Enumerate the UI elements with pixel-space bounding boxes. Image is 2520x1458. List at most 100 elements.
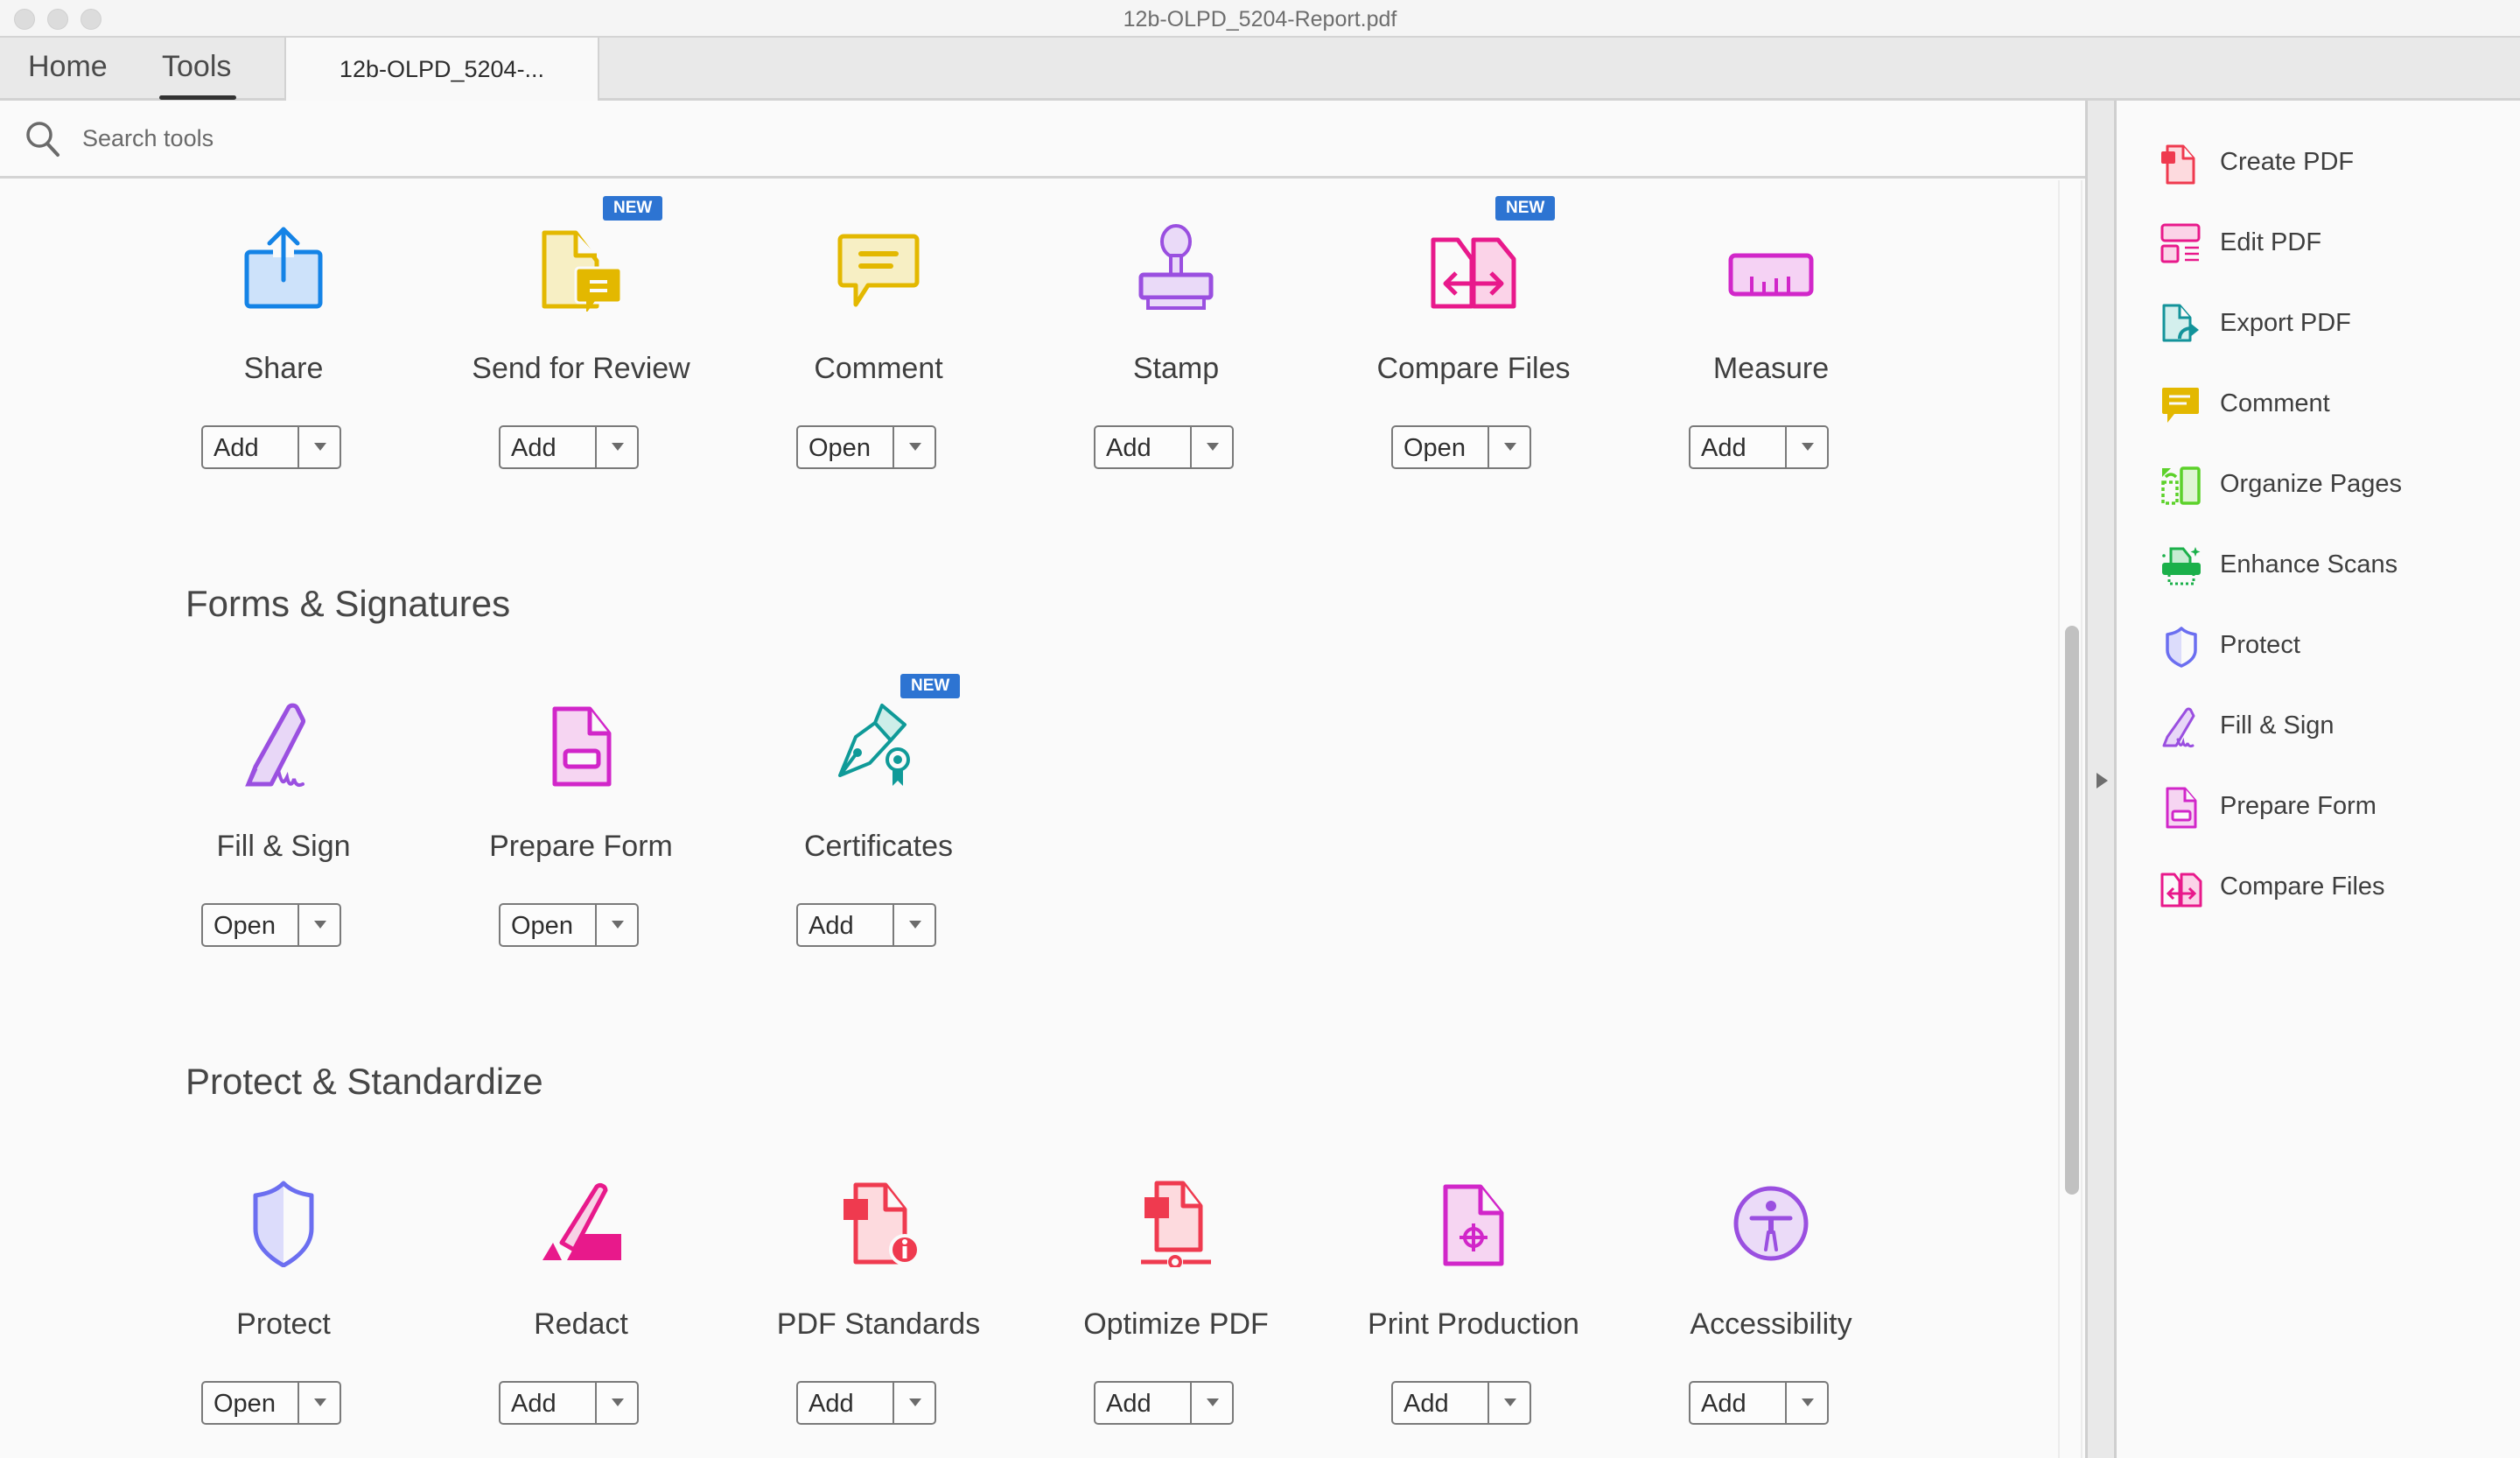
window-title-bar: 12b-OLPD_5204-Report.pdf <box>0 0 2520 38</box>
fill-sign-icon <box>2160 706 2202 748</box>
measure-icon[interactable] <box>1727 224 1815 312</box>
tab-home[interactable]: Home <box>28 50 108 84</box>
scrollbar-thumb[interactable] <box>2065 626 2079 1195</box>
certificates-add-button[interactable]: Add <box>798 905 894 945</box>
share-action-button: Add <box>201 425 341 469</box>
tool-label: Prepare Form <box>489 830 673 863</box>
prepare-form-open-button[interactable]: Open <box>500 905 597 945</box>
accessibility-icon[interactable] <box>1727 1180 1815 1267</box>
comment-open-button[interactable]: Open <box>798 427 894 467</box>
pdf-standards-icon[interactable] <box>835 1180 922 1267</box>
tool-prepare-form: Prepare Form Open <box>432 658 730 973</box>
right-pane-item-comment[interactable]: Comment <box>2117 375 2520 437</box>
section-title-forms-signatures: Forms & Signatures <box>186 583 511 624</box>
right-pane-item-enhance-scans[interactable]: Enhance Scans <box>2117 536 2520 598</box>
pdf-standards-add-button[interactable]: Add <box>798 1383 894 1423</box>
tools-grid: Share Add NEW Send for Review Add Commen… <box>0 180 2058 1458</box>
print-production-add-button[interactable]: Add <box>1393 1383 1489 1423</box>
redact-add-button[interactable]: Add <box>500 1383 597 1423</box>
fill-sign-icon[interactable] <box>240 702 327 789</box>
prepare-form-dropdown-chevron-icon[interactable] <box>597 905 637 945</box>
redact-dropdown-chevron-icon[interactable] <box>597 1383 637 1423</box>
optimize-pdf-dropdown-chevron-icon[interactable] <box>1192 1383 1232 1423</box>
right-pane-item-label: Export PDF <box>2220 309 2351 337</box>
optimize-pdf-add-button[interactable]: Add <box>1096 1383 1192 1423</box>
right-pane-item-edit-pdf[interactable]: Edit PDF <box>2117 214 2520 276</box>
tab-tools[interactable]: Tools <box>162 50 231 84</box>
tab-document[interactable]: 12b-OLPD_5204-... <box>284 38 599 101</box>
right-pane-item-organize-pages[interactable]: Organize Pages <box>2117 456 2520 517</box>
stamp-action-button: Add <box>1094 425 1234 469</box>
right-pane-item-fill-sign[interactable]: Fill & Sign <box>2117 697 2520 759</box>
tool-optimize-pdf: Optimize PDF Add <box>1027 1136 1325 1451</box>
comment-dropdown-chevron-icon[interactable] <box>894 427 934 467</box>
tool-redact: Redact Add <box>432 1136 730 1451</box>
certificates-dropdown-chevron-icon[interactable] <box>894 905 934 945</box>
comment-icon <box>2160 384 2202 426</box>
right-pane-item-label: Edit PDF <box>2220 228 2322 256</box>
share-icon[interactable] <box>240 224 327 312</box>
tool-pdf-standards: PDF Standards Add <box>730 1136 1027 1451</box>
stamp-add-button[interactable]: Add <box>1096 427 1192 467</box>
protect-icon[interactable] <box>240 1180 327 1267</box>
protect-action-button: Open <box>201 1381 341 1425</box>
tool-send-for-review: NEW Send for Review Add <box>432 180 730 495</box>
right-pane-item-export-pdf[interactable]: Export PDF <box>2117 295 2520 356</box>
optimize-pdf-icon[interactable] <box>1132 1180 1220 1267</box>
certificates-icon[interactable] <box>835 702 922 789</box>
share-dropdown-chevron-icon[interactable] <box>299 427 340 467</box>
pdf-standards-action-button: Add <box>796 1381 936 1425</box>
enhance-scans-icon <box>2160 545 2202 587</box>
comment-icon[interactable] <box>835 224 922 312</box>
vertical-scrollbar[interactable] <box>2058 180 2082 1458</box>
stamp-icon[interactable] <box>1132 224 1220 312</box>
measure-dropdown-chevron-icon[interactable] <box>1787 427 1827 467</box>
print-production-icon[interactable] <box>1430 1180 1517 1267</box>
pdf-standards-dropdown-chevron-icon[interactable] <box>894 1383 934 1423</box>
tool-label: Accessibility <box>1690 1307 1852 1341</box>
right-pane-item-label: Create PDF <box>2220 148 2355 176</box>
fill-sign-open-button[interactable]: Open <box>203 905 299 945</box>
create-pdf-icon <box>2160 143 2202 185</box>
export-pdf-icon <box>2160 304 2202 346</box>
print-production-dropdown-chevron-icon[interactable] <box>1489 1383 1530 1423</box>
search-input[interactable]: Search tools <box>82 125 214 152</box>
compare-files-dropdown-chevron-icon[interactable] <box>1489 427 1530 467</box>
prepare-form-icon[interactable] <box>537 702 625 789</box>
right-pane-item-prepare-form[interactable]: Prepare Form <box>2117 778 2520 839</box>
organize-pages-icon <box>2160 465 2202 507</box>
fill-sign-dropdown-chevron-icon[interactable] <box>299 905 340 945</box>
send-for-review-dropdown-chevron-icon[interactable] <box>597 427 637 467</box>
new-badge: NEW <box>1495 196 1556 221</box>
right-panel-toggle[interactable] <box>2085 101 2117 1458</box>
expand-arrow-icon[interactable] <box>2096 773 2108 789</box>
right-pane-item-compare-files[interactable]: Compare Files <box>2117 859 2520 920</box>
protect-open-button[interactable]: Open <box>203 1383 299 1423</box>
compare-files-icon[interactable] <box>1430 224 1517 312</box>
send-for-review-add-button[interactable]: Add <box>500 427 597 467</box>
tool-label: Send for Review <box>472 352 690 385</box>
accessibility-dropdown-chevron-icon[interactable] <box>1787 1383 1827 1423</box>
window-title: 12b-OLPD_5204-Report.pdf <box>1123 7 1397 32</box>
right-pane-item-create-pdf[interactable]: Create PDF <box>2117 134 2520 195</box>
right-pane-item-label: Compare Files <box>2220 873 2385 901</box>
right-pane-item-protect[interactable]: Protect <box>2117 617 2520 678</box>
measure-add-button[interactable]: Add <box>1690 427 1787 467</box>
optimize-pdf-action-button: Add <box>1094 1381 1234 1425</box>
tool-label: Measure <box>1712 352 1830 385</box>
protect-dropdown-chevron-icon[interactable] <box>299 1383 340 1423</box>
prepare-form-action-button: Open <box>499 903 639 947</box>
tool-label: Protect <box>236 1307 331 1341</box>
certificates-action-button: Add <box>796 903 936 947</box>
send-for-review-action-button: Add <box>499 425 639 469</box>
accessibility-add-button[interactable]: Add <box>1690 1383 1787 1423</box>
compare-files-open-button[interactable]: Open <box>1393 427 1489 467</box>
tool-print-production: Print Production Add <box>1325 1136 1622 1451</box>
stamp-dropdown-chevron-icon[interactable] <box>1192 427 1232 467</box>
send-for-review-icon[interactable] <box>537 224 625 312</box>
redact-icon[interactable] <box>537 1180 625 1267</box>
search-icon <box>24 120 63 160</box>
share-add-button[interactable]: Add <box>203 427 299 467</box>
right-pane-item-label: Prepare Form <box>2220 792 2376 820</box>
tool-label: PDF Standards <box>776 1307 981 1341</box>
